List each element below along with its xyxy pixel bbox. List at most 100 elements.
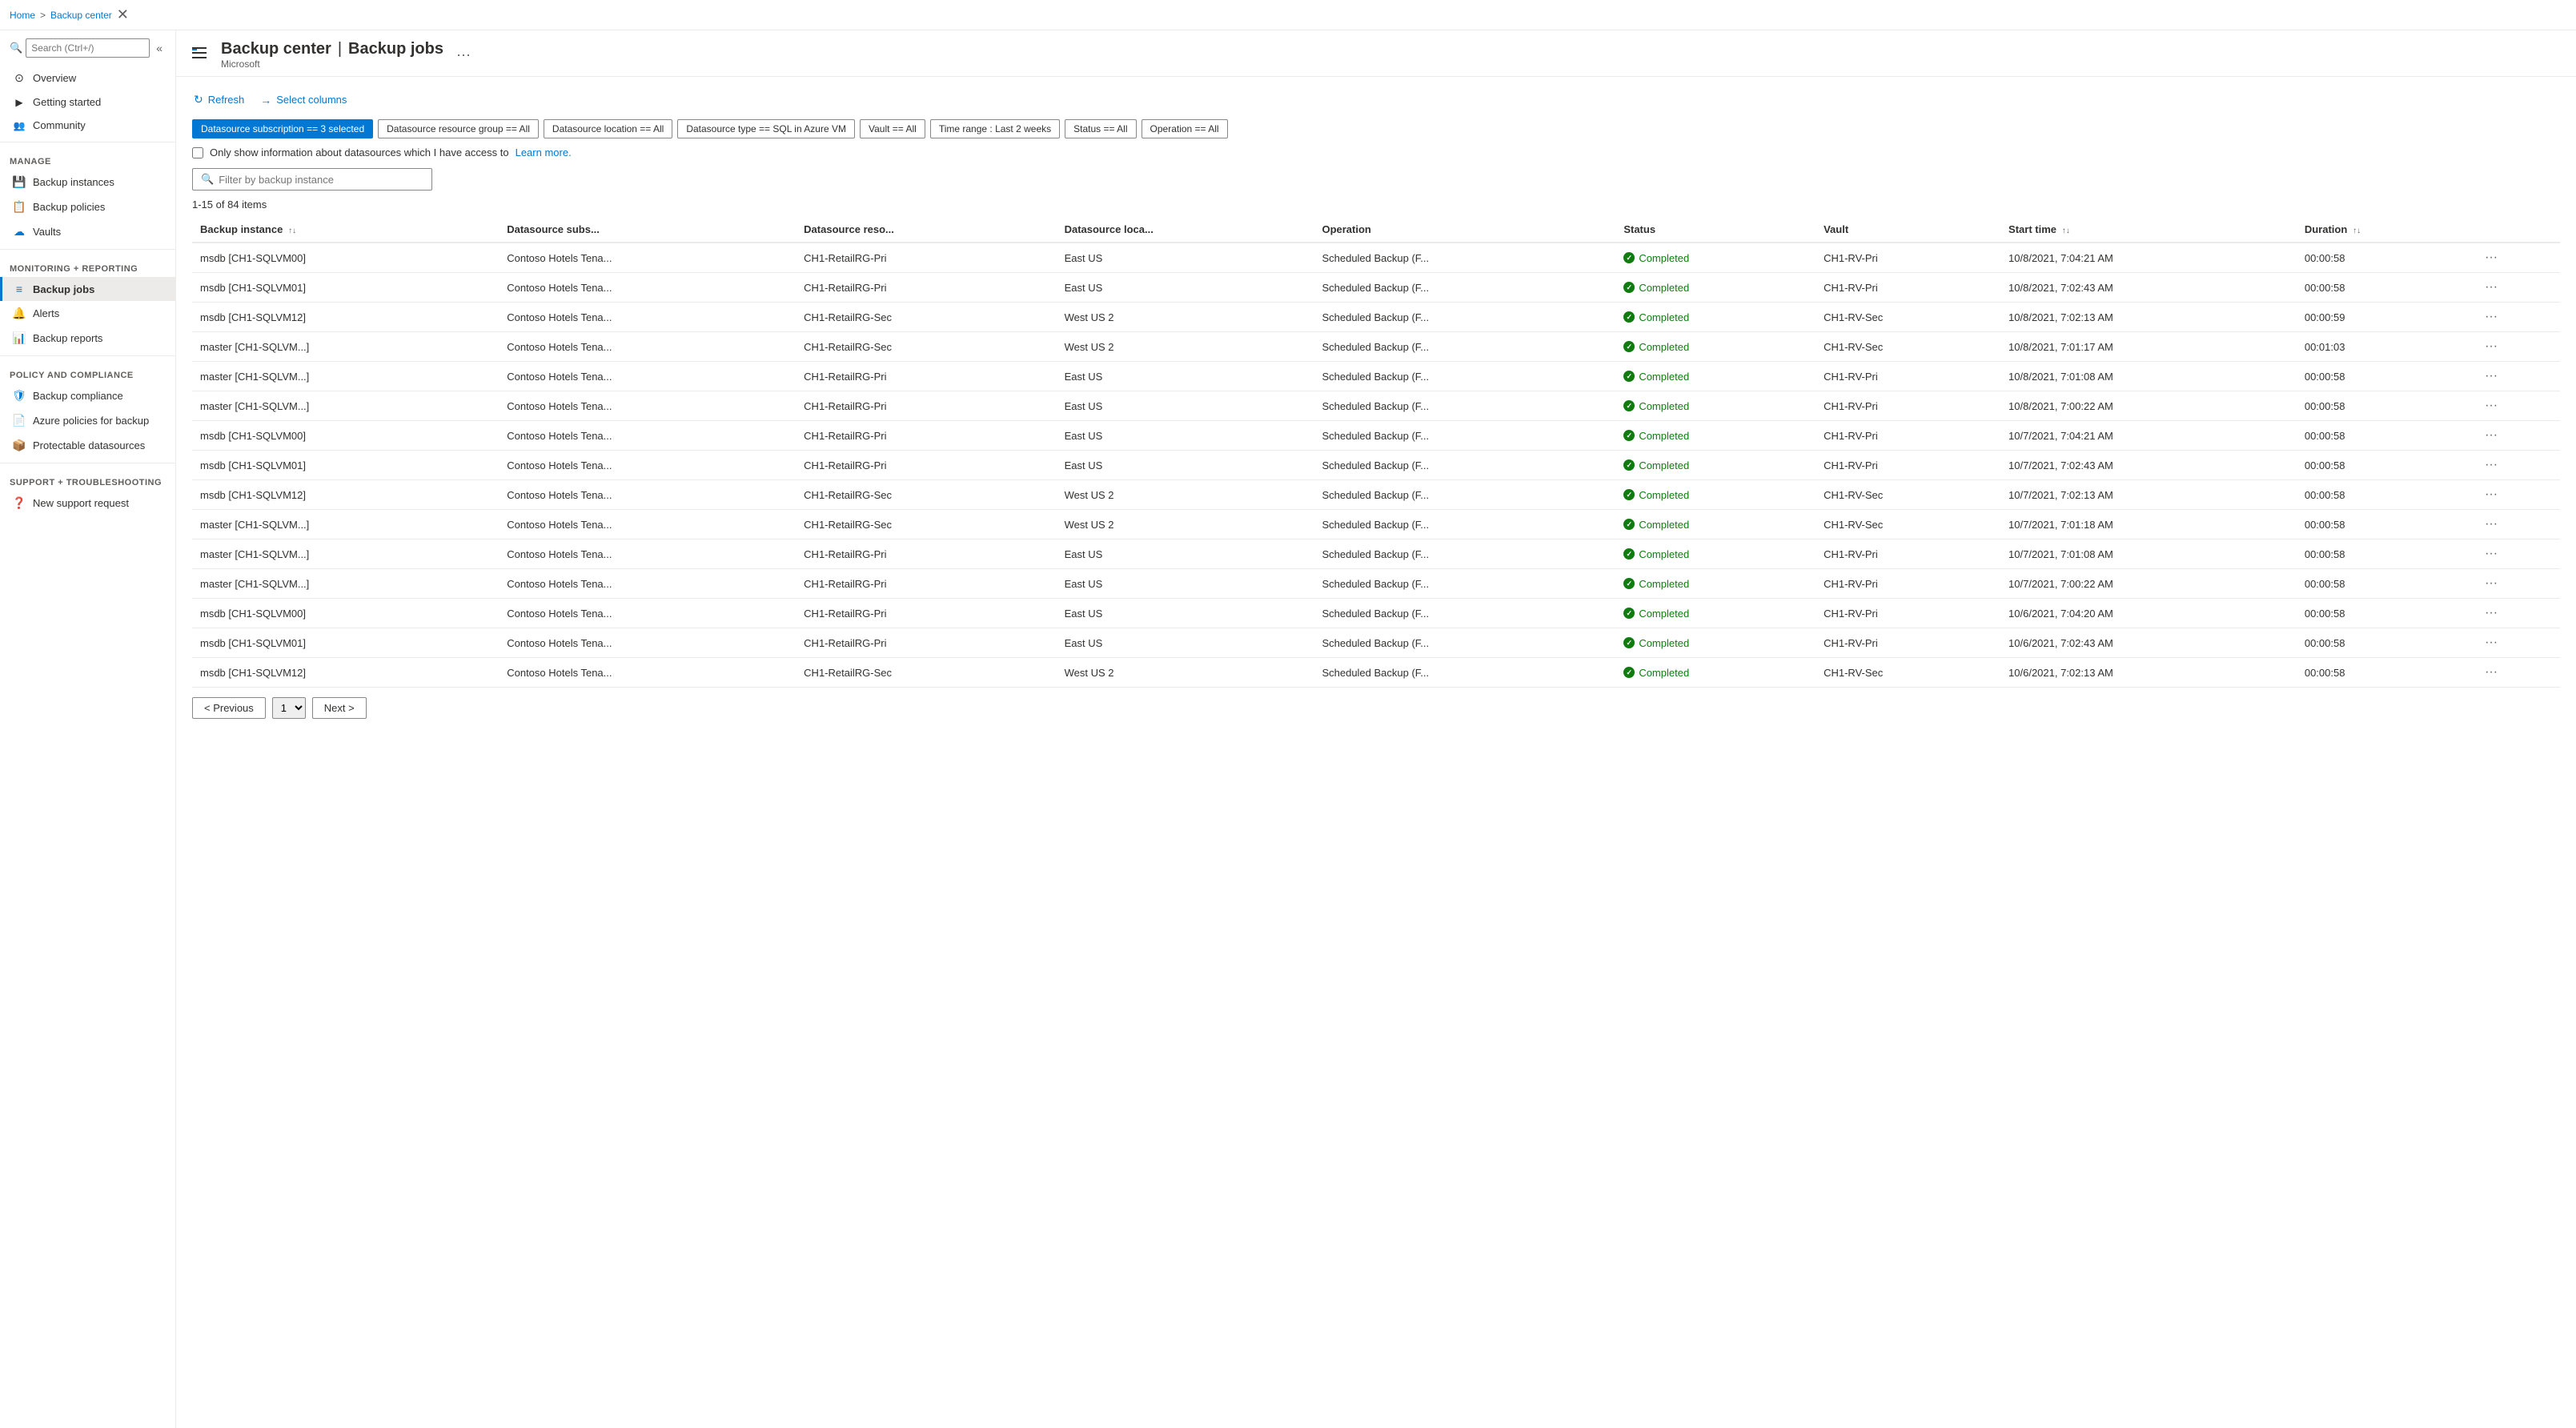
filter-chip-status[interactable]: Status == All xyxy=(1065,119,1136,138)
sidebar-item-community[interactable]: 👥 Community xyxy=(0,114,175,137)
table-row[interactable]: msdb [CH1-SQLVM01]Contoso Hotels Tena...… xyxy=(192,451,2560,480)
refresh-button[interactable]: ↻ Refresh xyxy=(192,90,246,110)
col-header-status: Status xyxy=(1615,217,1816,243)
cell-vault: CH1-RV-Pri xyxy=(1816,451,2000,480)
cell-start_time: 10/6/2021, 7:02:13 AM xyxy=(2000,658,2297,688)
table-row[interactable]: master [CH1-SQLVM...]Contoso Hotels Tena… xyxy=(192,332,2560,362)
close-button[interactable]: ✕ xyxy=(112,5,134,25)
sidebar-divider-3 xyxy=(0,355,175,356)
table-row[interactable]: msdb [CH1-SQLVM01]Contoso Hotels Tena...… xyxy=(192,628,2560,658)
row-more-button[interactable]: ··· xyxy=(2482,397,2501,415)
cell-status: Completed xyxy=(1615,510,1816,540)
sidebar-item-backup-policies[interactable]: 📋 Backup policies xyxy=(0,195,175,219)
row-more-button[interactable]: ··· xyxy=(2482,338,2501,355)
cell-duration: 00:00:58 xyxy=(2297,243,2474,273)
row-more-button[interactable]: ··· xyxy=(2482,427,2501,444)
table-row[interactable]: master [CH1-SQLVM...]Contoso Hotels Tena… xyxy=(192,391,2560,421)
table-row[interactable]: msdb [CH1-SQLVM12]Contoso Hotels Tena...… xyxy=(192,480,2560,510)
filter-chip-datasource_location[interactable]: Datasource location == All xyxy=(544,119,672,138)
sidebar-item-backup-reports[interactable]: 📊 Backup reports xyxy=(0,326,175,351)
sidebar-item-getting-started[interactable]: ▶ Getting started xyxy=(0,90,175,114)
col-header-backup_instance[interactable]: Backup instance ↑↓ xyxy=(192,217,499,243)
table-row[interactable]: msdb [CH1-SQLVM00]Contoso Hotels Tena...… xyxy=(192,243,2560,273)
cell-status: Completed xyxy=(1615,480,1816,510)
row-more-button[interactable]: ··· xyxy=(2482,308,2501,326)
sidebar-item-label: Getting started xyxy=(33,96,101,108)
row-more-button[interactable]: ··· xyxy=(2482,575,2501,592)
access-filter-checkbox[interactable] xyxy=(192,147,203,158)
cell-duration: 00:01:03 xyxy=(2297,332,2474,362)
cell-datasource_reso: CH1-RetailRG-Sec xyxy=(796,332,1056,362)
table-row[interactable]: msdb [CH1-SQLVM00]Contoso Hotels Tena...… xyxy=(192,599,2560,628)
status-completed: Completed xyxy=(1623,608,1808,620)
sidebar-item-backup-compliance[interactable]: 🛡 Backup compliance xyxy=(0,383,175,408)
cell-datasource_loca: West US 2 xyxy=(1057,303,1314,332)
table-row[interactable]: msdb [CH1-SQLVM12]Contoso Hotels Tena...… xyxy=(192,658,2560,688)
sidebar-item-overview[interactable]: ⊙ Overview xyxy=(0,66,175,90)
status-check-icon xyxy=(1623,578,1635,589)
sidebar-item-new-support-request[interactable]: ❓ New support request xyxy=(0,491,175,515)
filter-chip-datasource_type[interactable]: Datasource type == SQL in Azure VM xyxy=(677,119,855,138)
cell-backup_instance: msdb [CH1-SQLVM12] xyxy=(192,480,499,510)
sidebar-item-vaults[interactable]: ☁ Vaults xyxy=(0,219,175,244)
cell-duration: 00:00:59 xyxy=(2297,303,2474,332)
row-more-button[interactable]: ··· xyxy=(2482,664,2501,681)
sidebar-item-alerts[interactable]: 🔔 Alerts xyxy=(0,301,175,326)
row-more-button[interactable]: ··· xyxy=(2482,486,2501,503)
search-input[interactable] xyxy=(26,38,150,58)
table-row[interactable]: msdb [CH1-SQLVM00]Contoso Hotels Tena...… xyxy=(192,421,2560,451)
cell-backup_instance: master [CH1-SQLVM...] xyxy=(192,510,499,540)
status-completed: Completed xyxy=(1623,578,1808,590)
filter-chip-vault[interactable]: Vault == All xyxy=(860,119,925,138)
select-columns-button[interactable]: → Select columns xyxy=(259,90,348,110)
table-row[interactable]: msdb [CH1-SQLVM12]Contoso Hotels Tena...… xyxy=(192,303,2560,332)
row-more-button[interactable]: ··· xyxy=(2482,456,2501,474)
backup-jobs-icon: ≡ xyxy=(12,283,26,295)
table-row[interactable]: master [CH1-SQLVM...]Contoso Hotels Tena… xyxy=(192,569,2560,599)
table-row[interactable]: master [CH1-SQLVM...]Contoso Hotels Tena… xyxy=(192,362,2560,391)
row-more-button[interactable]: ··· xyxy=(2482,279,2501,296)
sidebar-item-protectable-datasources[interactable]: 📦 Protectable datasources xyxy=(0,433,175,458)
cell-vault: CH1-RV-Sec xyxy=(1816,332,2000,362)
previous-page-button[interactable]: < Previous xyxy=(192,697,266,719)
cell-backup_instance: msdb [CH1-SQLVM00] xyxy=(192,599,499,628)
learn-more-link[interactable]: Learn more. xyxy=(516,146,572,158)
col-header-start_time[interactable]: Start time ↑↓ xyxy=(2000,217,2297,243)
table-header: Backup instance ↑↓Datasource subs...Data… xyxy=(192,217,2560,243)
row-more-button[interactable]: ··· xyxy=(2482,604,2501,622)
table-row[interactable]: master [CH1-SQLVM...]Contoso Hotels Tena… xyxy=(192,510,2560,540)
cell-backup_instance: msdb [CH1-SQLVM12] xyxy=(192,658,499,688)
backup-instance-filter-input[interactable] xyxy=(219,174,423,186)
breadcrumb-home[interactable]: Home xyxy=(10,10,35,21)
sidebar-item-backup-instances[interactable]: 💾 Backup instances xyxy=(0,170,175,195)
backup-reports-icon: 📊 xyxy=(12,331,26,345)
row-more-button[interactable]: ··· xyxy=(2482,367,2501,385)
cell-datasource_subs: Contoso Hotels Tena... xyxy=(499,362,796,391)
filter-chip-time_range[interactable]: Time range : Last 2 weeks xyxy=(930,119,1060,138)
sidebar-collapse-button[interactable]: « xyxy=(153,40,166,56)
more-options-button[interactable]: ··· xyxy=(451,45,475,65)
status-label: Completed xyxy=(1639,430,1689,442)
row-more-button[interactable]: ··· xyxy=(2482,634,2501,652)
cell-duration: 00:00:58 xyxy=(2297,569,2474,599)
table-row[interactable]: msdb [CH1-SQLVM01]Contoso Hotels Tena...… xyxy=(192,273,2560,303)
table-row[interactable]: master [CH1-SQLVM...]Contoso Hotels Tena… xyxy=(192,540,2560,569)
filter-chip-datasource_resource_group[interactable]: Datasource resource group == All xyxy=(378,119,539,138)
row-more-button[interactable]: ··· xyxy=(2482,545,2501,563)
breadcrumb-section[interactable]: Backup center xyxy=(50,10,112,21)
page-number-select[interactable]: 1 2 3 4 5 6 xyxy=(272,697,306,719)
cell-datasource_reso: CH1-RetailRG-Pri xyxy=(796,273,1056,303)
status-label: Completed xyxy=(1639,578,1689,590)
filter-chip-operation[interactable]: Operation == All xyxy=(1142,119,1228,138)
sidebar-item-backup-jobs[interactable]: ≡ Backup jobs xyxy=(0,277,175,301)
row-more-button[interactable]: ··· xyxy=(2482,515,2501,533)
row-more-button[interactable]: ··· xyxy=(2482,249,2501,267)
cell-datasource_loca: East US xyxy=(1057,569,1314,599)
sidebar-item-azure-policies[interactable]: 📄 Azure policies for backup xyxy=(0,408,175,433)
next-page-button[interactable]: Next > xyxy=(312,697,367,719)
cell-datasource_reso: CH1-RetailRG-Pri xyxy=(796,421,1056,451)
col-header-duration[interactable]: Duration ↑↓ xyxy=(2297,217,2474,243)
filter-chip-datasource_subscription[interactable]: Datasource subscription == 3 selected xyxy=(192,119,373,138)
status-label: Completed xyxy=(1639,637,1689,649)
cell-datasource_loca: East US xyxy=(1057,451,1314,480)
